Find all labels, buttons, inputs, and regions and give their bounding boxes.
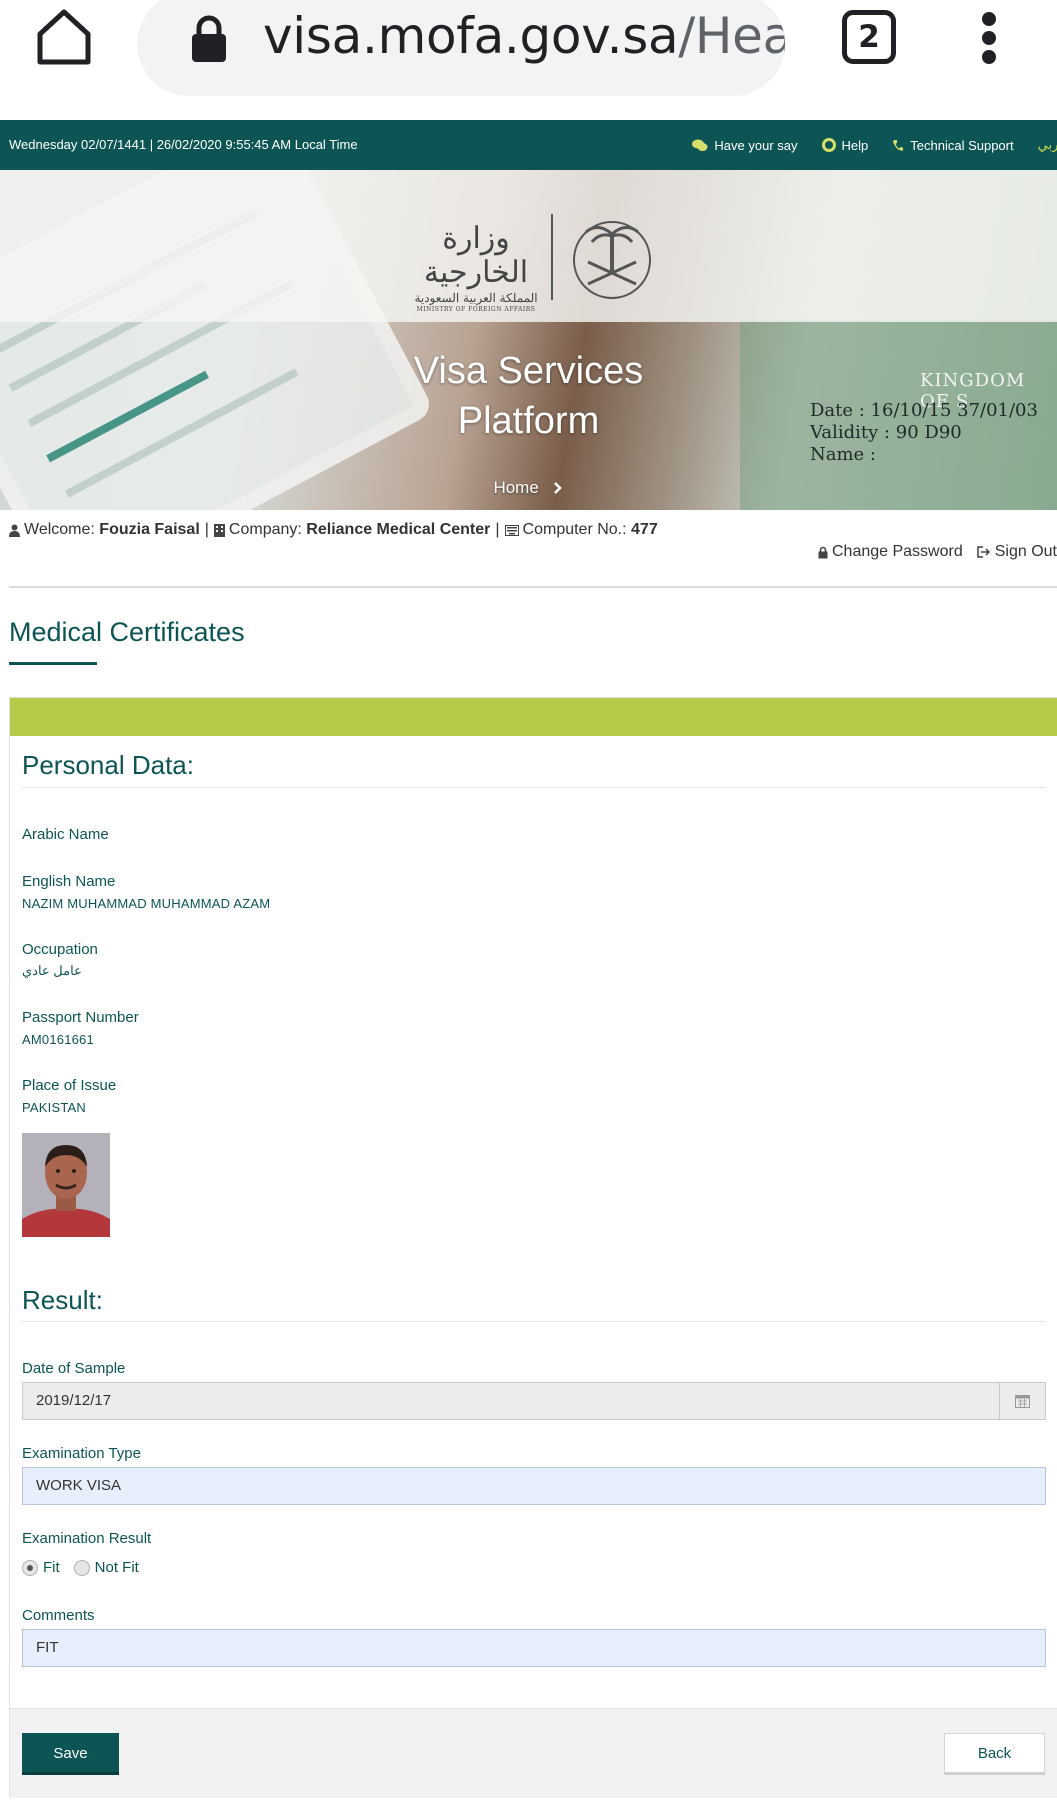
occupation-value: عامل عادي	[22, 963, 82, 978]
logo-divider	[551, 214, 553, 300]
comments-input[interactable]: FIT	[22, 1629, 1046, 1667]
lifebuoy-icon	[821, 138, 836, 152]
account-links: Change Password Sign Out	[804, 543, 1057, 561]
user-icon	[9, 524, 20, 537]
ministry-logo-text: وزارة الخارجية المملكة العربية السعودية …	[408, 222, 544, 314]
sign-out-icon	[976, 546, 990, 558]
divider	[9, 586, 1057, 588]
examination-result-group: Fit Not Fit	[22, 1559, 153, 1576]
company-label: Company:	[228, 521, 302, 538]
url-text: visa.mofa.gov.sa/Healt	[263, 0, 785, 72]
occupation-label: Occupation	[22, 941, 98, 958]
date-of-sample-input[interactable]: 2019/12/17	[22, 1382, 1000, 1420]
comments-label: Comments	[22, 1607, 95, 1624]
have-your-say-link[interactable]: Have your say	[692, 137, 798, 153]
sign-out-link[interactable]: Sign Out	[976, 543, 1057, 561]
more-vert-icon[interactable]	[980, 12, 998, 64]
place-of-issue-value: PAKISTAN	[22, 1100, 86, 1115]
date-time: Wednesday 02/07/1441 | 26/02/2020 9:55:4…	[9, 137, 358, 152]
phone-icon	[893, 139, 904, 151]
save-button[interactable]: Save	[22, 1733, 119, 1775]
help-link[interactable]: Help	[821, 137, 869, 153]
visa-name-text: Name :	[810, 444, 876, 465]
radio-fit[interactable]: Fit	[22, 1559, 60, 1576]
radio-not-fit[interactable]: Not Fit	[73, 1559, 139, 1576]
breadcrumb: Home	[0, 478, 1057, 498]
computer-number: 477	[631, 521, 658, 538]
change-password-link[interactable]: Change Password	[818, 543, 963, 561]
url-path: /Healt	[678, 7, 785, 65]
panel-header-bar	[10, 698, 1057, 736]
page-title: Medical Certificates	[9, 617, 245, 647]
back-button[interactable]: Back	[944, 1733, 1045, 1775]
home-icon[interactable]	[34, 6, 94, 68]
passport-number-value: AM0161661	[22, 1032, 94, 1047]
logo-english: MINISTRY OF FOREIGN AFFAIRS	[416, 306, 536, 313]
hero-title-line1: Visa Services	[413, 350, 644, 392]
hero-title: Visa Services Platform	[0, 346, 1057, 446]
place-of-issue-label: Place of Issue	[22, 1077, 117, 1094]
keyboard-icon	[504, 524, 519, 536]
user-info-bar: Welcome: Fouzia Faisal | Company: Relian…	[9, 521, 658, 539]
radio-fit-circle[interactable]	[22, 1559, 38, 1576]
lock-icon	[192, 15, 226, 62]
calendar-button[interactable]	[1000, 1382, 1046, 1420]
comments-icon	[692, 139, 708, 151]
sign-out-label: Sign Out	[994, 543, 1057, 560]
chevron-right-icon	[553, 482, 562, 494]
top-bar: Wednesday 02/07/1441 | 26/02/2020 9:55:4…	[0, 120, 1057, 170]
hero-title-line2: Platform	[457, 400, 600, 442]
passport-number-label: Passport Number	[22, 1009, 139, 1026]
lock-icon	[818, 546, 828, 558]
tab-switcher-button[interactable]: 2	[842, 10, 896, 64]
result-heading: Result:	[22, 1285, 103, 1315]
company-name: Reliance Medical Center	[306, 521, 491, 538]
breadcrumb-home[interactable]: Home	[493, 478, 538, 497]
radio-not-fit-label: Not Fit	[94, 1559, 139, 1576]
examination-type-label: Examination Type	[22, 1445, 141, 1462]
address-bar[interactable]: visa.mofa.gov.sa/Healt	[137, 0, 785, 96]
url-domain: visa.mofa.gov.sa	[263, 7, 679, 65]
form-actions: Save Back	[10, 1708, 1057, 1798]
date-of-sample-label: Date of Sample	[22, 1360, 126, 1377]
logo-arabic-title: وزارة الخارجية	[423, 221, 529, 290]
building-icon	[213, 523, 225, 537]
browser-chrome: visa.mofa.gov.sa/Healt 2	[0, 0, 1057, 120]
radio-fit-label: Fit	[43, 1559, 60, 1576]
hero-banner: KINGDOM OF S Date : 16/10/15 37/01/03 Va…	[0, 170, 1057, 510]
english-name-value: NAZIM MUHAMMAD MUHAMMAD AZAM	[22, 896, 271, 911]
arabic-name-label: Arabic Name	[22, 826, 109, 843]
change-password-label: Change Password	[831, 543, 963, 560]
language-switch-link[interactable]: عربي	[1038, 137, 1057, 153]
page-title-underline	[9, 662, 97, 665]
top-links: Have your say Help Technical Support عرب…	[692, 120, 1057, 170]
section-divider	[22, 1321, 1046, 1322]
technical-support-link[interactable]: Technical Support	[892, 137, 1014, 153]
personal-data-heading: Personal Data:	[22, 750, 194, 780]
technical-support-label: Technical Support	[910, 137, 1014, 153]
logo-arabic-subtitle: المملكة العربية السعودية	[414, 291, 538, 305]
help-label: Help	[841, 137, 869, 153]
section-divider	[22, 787, 1046, 788]
calendar-icon	[1015, 1395, 1030, 1408]
examination-result-label: Examination Result	[22, 1530, 152, 1547]
welcome-name: Fouzia Faisal	[99, 521, 200, 538]
radio-not-fit-circle[interactable]	[73, 1559, 90, 1576]
welcome-label: Welcome:	[24, 521, 95, 538]
saudi-emblem-icon	[573, 221, 651, 299]
applicant-photo	[22, 1133, 110, 1237]
have-your-say-label: Have your say	[714, 137, 798, 153]
certificate-panel: Personal Data: Arabic Name English Name …	[9, 697, 1057, 1798]
english-name-label: English Name	[22, 873, 116, 890]
examination-type-input[interactable]: WORK VISA	[22, 1467, 1046, 1505]
computer-label: Computer No.:	[522, 521, 627, 538]
